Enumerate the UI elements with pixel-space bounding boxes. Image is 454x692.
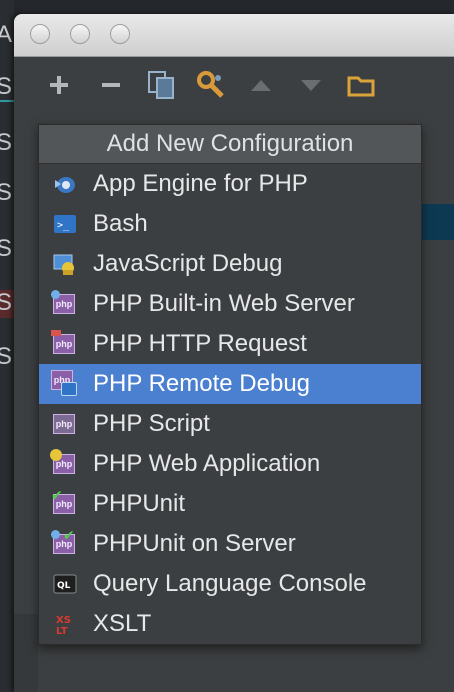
phpunit-icon: php ✔ [51,488,77,516]
menu-item-php-script[interactable]: php PHP Script [39,404,421,444]
menu-item-label: PHPUnit on Server [93,530,296,557]
menu-item-label: Bash [93,210,148,237]
copy-icon [148,71,174,99]
menu-item-app-engine-php[interactable]: App Engine for PHP [39,164,421,204]
menu-item-phpunit[interactable]: php ✔ PHPUnit [39,484,421,524]
menu-item-label: PHP Built-in Web Server [93,290,355,317]
background-editor: A S S S S S S [0,0,14,692]
background-text-fragment: S [0,235,13,262]
menu-item-php-remote-debug[interactable]: php PHP Remote Debug [39,364,421,404]
move-up-button[interactable] [246,70,276,100]
terminal-icon: >_ [53,212,77,236]
query-language-icon: QL [53,572,77,596]
menu-item-phpunit-on-server[interactable]: php ✔ PHPUnit on Server [39,524,421,564]
plus-icon [50,76,68,94]
menu-item-xslt[interactable]: XS LT XSLT [39,604,421,644]
title-bar [14,14,454,57]
javascript-debug-icon [53,252,77,276]
php-server-icon: php [51,290,77,316]
folder-icon [347,76,375,97]
menu-item-javascript-debug[interactable]: JavaScript Debug [39,244,421,284]
copy-configuration-button[interactable] [146,70,176,100]
menu-item-php-built-in-web-server[interactable]: php PHP Built-in Web Server [39,284,421,324]
background-text-fragment: S [0,289,13,316]
background-text-fragment: S [0,73,13,100]
svg-text:LT: LT [56,626,68,636]
menu-item-label: XSLT [93,610,152,637]
minus-icon [102,83,120,87]
menu-item-label: App Engine for PHP [93,170,308,197]
svg-text:>_: >_ [57,220,70,231]
configuration-tree-panel [14,614,38,692]
svg-text:QL: QL [57,581,71,591]
background-text-fragment: S [0,179,13,206]
background-text-fragment: S [0,129,13,156]
php-script-icon: php [53,412,77,436]
php-remote-debug-icon: php [51,370,77,396]
menu-item-query-language-console[interactable]: QL Query Language Console [39,564,421,604]
zoom-window-button[interactable] [110,24,130,44]
phpunit-server-icon: php ✔ [51,528,77,556]
menu-item-php-http-request[interactable]: php PHP HTTP Request [39,324,421,364]
create-folder-button[interactable] [346,70,376,100]
menu-item-label: PHP Script [93,410,210,437]
xslt-icon: XS LT [53,612,77,637]
remove-configuration-button[interactable] [96,70,126,100]
menu-item-bash[interactable]: >_ Bash [39,204,421,244]
wrench-icon [197,71,224,98]
app-engine-icon [53,172,77,196]
edit-defaults-button[interactable] [196,70,226,100]
menu-item-php-web-application[interactable]: php PHP Web Application [39,444,421,484]
arrow-down-icon [301,80,321,91]
menu-item-label: PHP HTTP Request [93,330,307,357]
menu-item-label: Query Language Console [93,570,367,597]
menu-item-label: PHPUnit [93,490,186,517]
php-http-icon: php [51,330,77,356]
arrow-up-icon [251,80,271,91]
background-text-fragment: S [0,343,13,370]
svg-text:XS: XS [56,615,71,626]
menu-item-label: JavaScript Debug [93,250,283,277]
add-new-configuration-popup: Add New Configuration App Engine for PHP… [38,124,422,645]
move-down-button[interactable] [296,70,326,100]
toolbar [14,58,454,110]
background-text-fragment: A [0,21,13,48]
close-window-button[interactable] [30,24,50,44]
php-web-app-icon: php [50,449,77,476]
add-configuration-button[interactable] [44,70,74,100]
menu-item-label: PHP Web Application [93,450,321,477]
minimize-window-button[interactable] [70,24,90,44]
menu-item-label: PHP Remote Debug [93,370,311,397]
popup-title: Add New Configuration [39,125,421,164]
